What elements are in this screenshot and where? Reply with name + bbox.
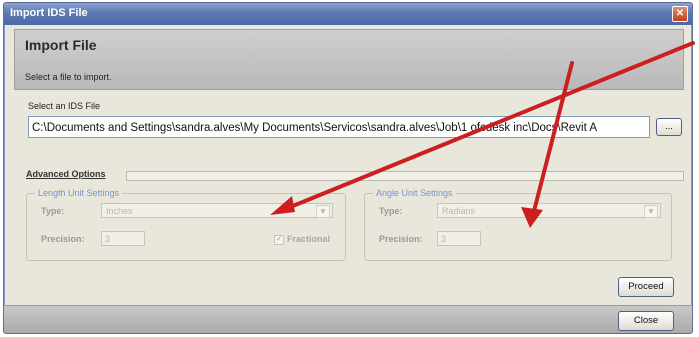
angle-precision-input[interactable]: 3 [437, 231, 481, 246]
length-type-select[interactable]: Inches ▼ [101, 203, 333, 218]
close-button[interactable]: Close [618, 311, 674, 331]
import-ids-dialog: Import IDS File ✕ Import File Select a f… [3, 2, 693, 334]
angle-group-legend: Angle Unit Settings [373, 188, 456, 198]
chevron-down-icon[interactable]: ▼ [644, 205, 658, 218]
angle-precision-label: Precision: [379, 234, 423, 244]
main-content: Select an IDS File C:\Documents and Sett… [14, 89, 684, 303]
angle-type-select[interactable]: Radians ▼ [437, 203, 661, 218]
length-type-value: Inches [106, 206, 133, 216]
angle-unit-group: Angle Unit Settings Type: Radians ▼ Prec… [364, 188, 672, 261]
header-banner: Import File Select a file to import. [14, 29, 684, 90]
page-subtitle: Select a file to import. [25, 72, 112, 82]
close-icon[interactable]: ✕ [672, 6, 688, 22]
dialog-footer: Close [4, 305, 692, 333]
length-precision-input[interactable]: 3 [101, 231, 145, 246]
file-field-label: Select an IDS File [28, 101, 101, 111]
fractional-checkbox[interactable]: ✓ Fractional [274, 234, 330, 245]
advanced-options-label: Advanced Options [26, 169, 106, 179]
window-title: Import IDS File [10, 7, 88, 19]
title-bar[interactable]: Import IDS File ✕ [4, 3, 692, 25]
file-path-input[interactable]: C:\Documents and Settings\sandra.alves\M… [28, 116, 650, 138]
advanced-options-divider [126, 171, 684, 181]
proceed-button[interactable]: Proceed [618, 277, 674, 297]
page-title: Import File [25, 37, 97, 53]
angle-type-value: Radians [442, 206, 476, 216]
browse-button[interactable]: ... [656, 118, 682, 136]
angle-type-label: Type: [379, 206, 403, 216]
length-unit-group: Length Unit Settings Type: Inches ▼ Prec… [26, 188, 346, 261]
length-group-legend: Length Unit Settings [35, 188, 123, 198]
length-type-label: Type: [41, 206, 65, 216]
fractional-label: Fractional [287, 234, 331, 244]
checkmark-icon: ✓ [274, 234, 284, 245]
length-precision-label: Precision: [41, 234, 85, 244]
chevron-down-icon[interactable]: ▼ [316, 205, 330, 218]
